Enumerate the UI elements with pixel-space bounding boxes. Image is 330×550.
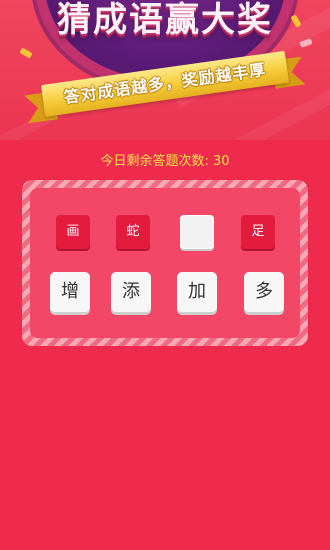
page-title: 猜成语赢大奖 — [57, 0, 273, 40]
remaining-count: 30 — [212, 154, 230, 169]
answer-slot-2[interactable]: 蛇 — [116, 215, 150, 249]
confetti-decoration — [19, 47, 33, 59]
choice-button-2[interactable]: 添 — [111, 272, 151, 312]
remaining-attempts: 今日剩余答题次数: 30 — [0, 150, 330, 169]
answer-slot-1[interactable]: 画 — [56, 215, 90, 249]
remaining-label: 今日剩余答题次数: — [100, 154, 209, 169]
puzzle-board: 画 蛇 足 增 添 加 多 — [22, 180, 308, 346]
choice-button-1[interactable]: 增 — [50, 272, 90, 312]
choice-button-3[interactable]: 加 — [177, 272, 217, 312]
answer-slot-4[interactable]: 足 — [241, 215, 275, 249]
answer-slot-3-empty[interactable] — [180, 215, 214, 249]
choice-button-4[interactable]: 多 — [244, 272, 284, 312]
